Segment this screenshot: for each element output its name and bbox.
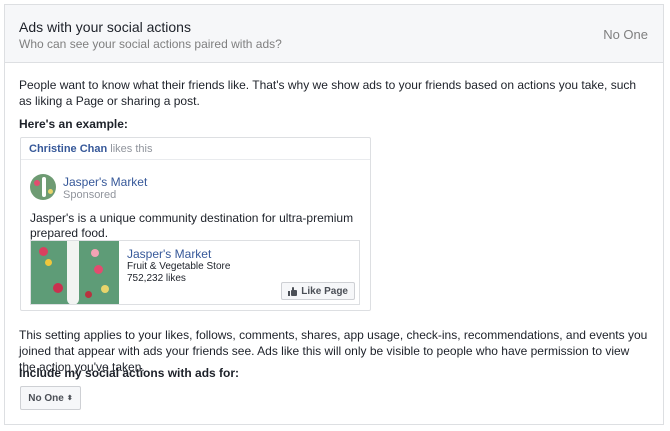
section-subtitle: Who can see your social actions paired w… xyxy=(19,37,282,51)
thumbs-up-icon xyxy=(288,286,298,296)
like-page-button[interactable]: Like Page xyxy=(281,282,355,300)
section-header[interactable]: Ads with your social actions Who can see… xyxy=(5,5,663,63)
social-context-line: Christine Chan likes this xyxy=(21,138,370,160)
attachment-category: Fruit & Vegetable Store xyxy=(127,261,231,272)
section-title: Ads with your social actions xyxy=(19,19,191,35)
friend-name[interactable]: Christine Chan xyxy=(29,143,107,155)
settings-panel: Ads with your social actions Who can see… xyxy=(4,4,664,425)
example-ad-card: Christine Chan likes this Jasper's Marke… xyxy=(20,137,371,311)
like-page-label: Like Page xyxy=(301,285,348,297)
include-label: Include my social actions with ads for: xyxy=(19,366,240,380)
audience-dropdown[interactable]: No One ⬍ xyxy=(20,386,81,410)
friend-action: likes this xyxy=(110,143,153,155)
current-setting-value[interactable]: No One xyxy=(603,27,648,42)
attachment-likes: 752,232 likes xyxy=(127,273,186,284)
intro-text: People want to know what their friends l… xyxy=(19,78,637,108)
market-image xyxy=(31,241,119,304)
dropdown-value: No One xyxy=(28,392,64,404)
sponsored-label: Sponsored xyxy=(63,189,117,201)
example-label: Here's an example: xyxy=(19,117,128,131)
post-text: Jasper's is a unique community destinati… xyxy=(30,211,354,240)
page-attachment[interactable]: Jasper's Market Fruit & Vegetable Store … xyxy=(30,240,360,305)
attachment-title[interactable]: Jasper's Market xyxy=(127,247,211,261)
page-name-link[interactable]: Jasper's Market xyxy=(63,175,147,189)
updown-caret-icon: ⬍ xyxy=(66,394,73,402)
page-avatar[interactable] xyxy=(30,174,56,200)
